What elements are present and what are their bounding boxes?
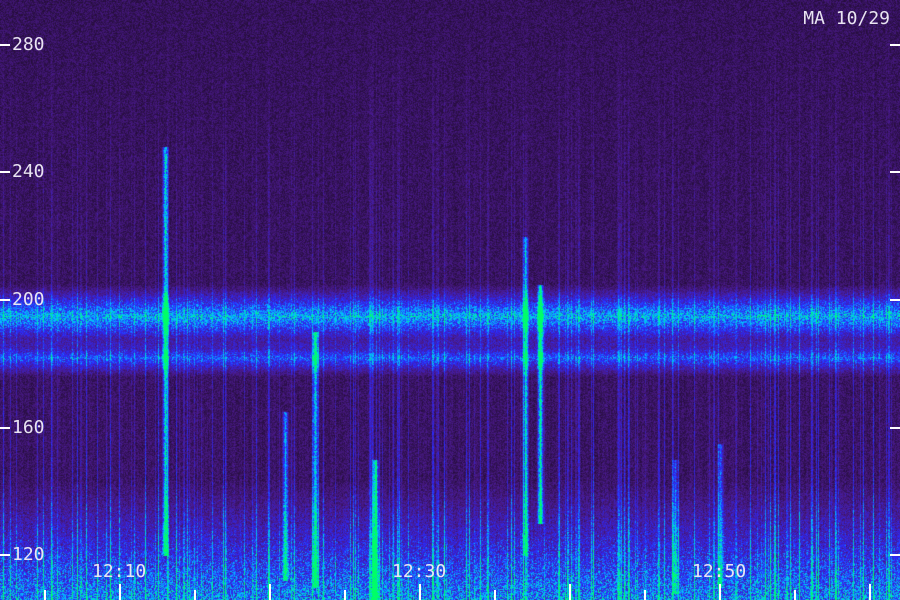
spectrogram-panel: 280 240 200 160 120 12:10 12:30 12:50 MA… bbox=[0, 0, 900, 600]
y-tick-mark-left bbox=[0, 171, 10, 174]
x-tick-mark bbox=[794, 590, 796, 600]
spectrogram-heatmap bbox=[0, 0, 900, 600]
x-tick-mark bbox=[269, 584, 271, 600]
y-tick-mark-right bbox=[890, 43, 900, 46]
y-tick-label-160: 160 bbox=[12, 416, 45, 438]
x-tick-label-1230: 12:30 bbox=[392, 561, 447, 582]
x-tick-label-1210: 12:10 bbox=[92, 561, 147, 582]
x-tick-mark bbox=[644, 590, 646, 600]
y-tick-mark-left bbox=[0, 426, 10, 429]
y-tick-mark-right bbox=[890, 554, 900, 557]
x-tick-mark bbox=[494, 590, 496, 600]
y-tick-mark-right bbox=[890, 299, 900, 301]
y-tick-mark-left bbox=[0, 43, 10, 46]
station-date-stamp: MA 10/29 bbox=[803, 8, 890, 29]
y-tick-mark-left bbox=[0, 554, 10, 557]
x-tick-label-1250: 12:50 bbox=[692, 561, 747, 582]
y-tick-label-280: 280 bbox=[12, 33, 45, 55]
x-tick-mark bbox=[719, 584, 721, 600]
x-tick-mark bbox=[869, 584, 871, 600]
x-tick-mark bbox=[44, 590, 46, 600]
y-tick-mark-left bbox=[0, 299, 10, 301]
y-tick-mark-right bbox=[890, 171, 900, 174]
x-tick-mark bbox=[569, 584, 571, 600]
x-tick-mark bbox=[119, 584, 121, 600]
y-tick-mark-right bbox=[890, 426, 900, 429]
y-tick-label-200: 200 bbox=[12, 289, 45, 310]
y-tick-label-120: 120 bbox=[12, 544, 45, 566]
y-tick-label-240: 240 bbox=[12, 161, 45, 183]
x-tick-mark bbox=[419, 584, 421, 600]
x-tick-mark bbox=[194, 590, 196, 600]
x-tick-mark bbox=[344, 590, 346, 600]
